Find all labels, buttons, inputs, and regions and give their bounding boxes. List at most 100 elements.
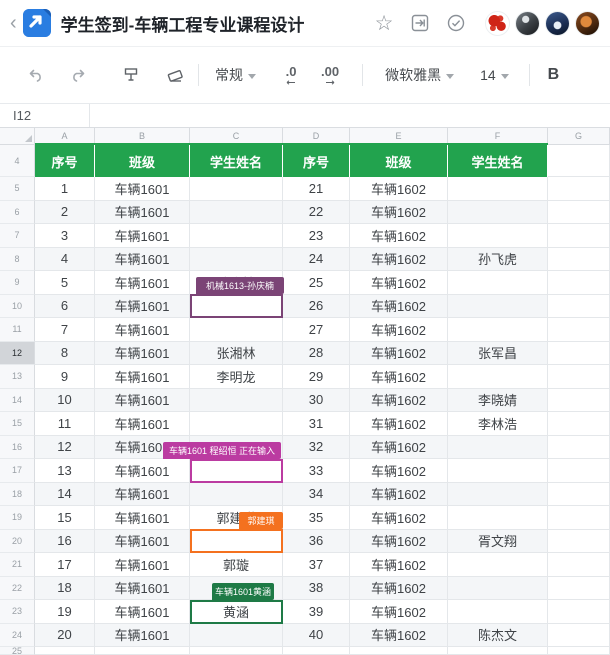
table-cell[interactable]: 车辆1602 <box>350 295 448 319</box>
table-cell[interactable]: 车辆1602 <box>350 577 448 601</box>
table-cell[interactable] <box>548 342 610 366</box>
table-cell[interactable] <box>448 365 548 389</box>
table-cell[interactable]: 车辆1602 <box>350 553 448 577</box>
table-cell[interactable]: 34 <box>283 483 350 507</box>
row-header-4[interactable]: 4 <box>0 145 35 177</box>
number-format-dropdown[interactable]: 常规 <box>209 65 262 85</box>
row-header-21[interactable]: 21 <box>0 553 35 577</box>
check-circle-icon[interactable] <box>445 12 467 34</box>
table-cell[interactable] <box>548 553 610 577</box>
table-column-header[interactable]: 学生姓名 <box>190 145 283 177</box>
table-cell[interactable] <box>283 647 350 655</box>
table-cell[interactable]: 23 <box>283 224 350 248</box>
avatar[interactable] <box>545 11 570 36</box>
table-cell[interactable]: 39 <box>283 600 350 624</box>
table-cell[interactable]: 车辆1601 <box>95 624 190 648</box>
row-header-13[interactable]: 13 <box>0 365 35 389</box>
increase-decimal-button[interactable]: .00 <box>314 65 346 85</box>
table-cell[interactable] <box>95 647 190 655</box>
table-column-header[interactable]: 序号 <box>35 145 95 177</box>
table-cell[interactable]: 27 <box>283 318 350 342</box>
table-cell[interactable]: 21 <box>283 177 350 201</box>
formula-input[interactable] <box>90 104 610 127</box>
table-cell[interactable]: 33 <box>283 459 350 483</box>
table-cell[interactable]: 37 <box>283 553 350 577</box>
table-cell[interactable]: 车辆1601 <box>95 177 190 201</box>
table-cell[interactable] <box>548 365 610 389</box>
table-cell[interactable] <box>190 483 283 507</box>
table-cell[interactable] <box>190 248 283 272</box>
table-cell[interactable]: 2 <box>35 201 95 225</box>
redo-icon[interactable] <box>66 62 92 88</box>
table-cell[interactable]: 6 <box>35 295 95 319</box>
table-cell[interactable]: 7 <box>35 318 95 342</box>
collab-selected-cell-c23[interactable] <box>190 600 283 624</box>
row-header-24[interactable]: 24 <box>0 624 35 648</box>
cell-name-box[interactable]: I12 <box>0 104 90 127</box>
undo-icon[interactable] <box>22 62 48 88</box>
row-header-10[interactable]: 10 <box>0 295 35 319</box>
table-cell[interactable]: 车辆1601 <box>95 342 190 366</box>
table-cell[interactable]: 车辆1602 <box>350 530 448 554</box>
table-cell[interactable]: 车辆1602 <box>350 177 448 201</box>
table-cell[interactable]: 车辆1601 <box>95 224 190 248</box>
table-cell[interactable]: 13 <box>35 459 95 483</box>
table-cell[interactable]: 12 <box>35 436 95 460</box>
decrease-decimal-button[interactable]: .0 <box>278 65 304 85</box>
select-all-corner[interactable] <box>0 128 35 145</box>
table-cell[interactable] <box>548 530 610 554</box>
table-cell[interactable] <box>448 224 548 248</box>
table-cell[interactable]: 车辆1601 <box>95 530 190 554</box>
table-cell[interactable] <box>548 271 610 295</box>
avatar[interactable] <box>515 11 540 36</box>
table-cell[interactable]: 车辆1601 <box>95 318 190 342</box>
table-cell[interactable]: 24 <box>283 248 350 272</box>
collab-selected-cell-c20[interactable] <box>190 529 283 553</box>
table-cell[interactable] <box>190 412 283 436</box>
table-cell[interactable] <box>190 177 283 201</box>
table-cell[interactable] <box>448 436 548 460</box>
row-header-25[interactable]: 25 <box>0 647 35 655</box>
table-cell[interactable]: 14 <box>35 483 95 507</box>
table-cell[interactable] <box>548 483 610 507</box>
table-cell[interactable]: 车辆1601 <box>95 389 190 413</box>
bold-button[interactable]: B <box>544 66 564 84</box>
table-cell[interactable] <box>548 436 610 460</box>
back-icon[interactable]: ‹ <box>6 13 21 33</box>
table-cell[interactable]: 18 <box>35 577 95 601</box>
table-cell[interactable]: 16 <box>35 530 95 554</box>
table-cell[interactable] <box>548 412 610 436</box>
table-cell[interactable]: 29 <box>283 365 350 389</box>
table-cell[interactable]: 4 <box>35 248 95 272</box>
table-cell[interactable]: 30 <box>283 389 350 413</box>
row-header-14[interactable]: 14 <box>0 389 35 413</box>
table-cell[interactable]: 车辆1602 <box>350 600 448 624</box>
table-cell[interactable]: 26 <box>283 295 350 319</box>
table-cell[interactable]: 车辆1602 <box>350 389 448 413</box>
table-cell[interactable]: 车辆1601 <box>95 577 190 601</box>
table-cell[interactable]: 李林浩 <box>448 412 548 436</box>
font-size-dropdown[interactable]: 14 <box>474 67 515 83</box>
table-cell[interactable] <box>190 647 283 655</box>
table-cell[interactable]: 车辆1601 <box>95 295 190 319</box>
row-header-18[interactable]: 18 <box>0 483 35 507</box>
table-cell[interactable] <box>448 201 548 225</box>
collab-selected-cell-c10[interactable] <box>190 294 283 318</box>
table-cell[interactable]: 35 <box>283 506 350 530</box>
table-cell[interactable] <box>190 318 283 342</box>
table-cell[interactable]: 车辆1602 <box>350 201 448 225</box>
table-cell[interactable]: 李明龙 <box>190 365 283 389</box>
table-cell[interactable] <box>548 224 610 248</box>
table-cell[interactable] <box>548 577 610 601</box>
table-cell[interactable]: 车辆1602 <box>350 506 448 530</box>
row-header-23[interactable]: 23 <box>0 600 35 624</box>
table-cell[interactable]: 车辆1601 <box>95 365 190 389</box>
table-cell[interactable]: 10 <box>35 389 95 413</box>
table-cell[interactable] <box>548 647 610 655</box>
table-cell[interactable]: 车辆1602 <box>350 436 448 460</box>
table-cell[interactable]: 车辆1602 <box>350 483 448 507</box>
table-column-header[interactable]: 序号 <box>283 145 350 177</box>
share-icon[interactable] <box>409 12 431 34</box>
format-painter-icon[interactable] <box>118 62 144 88</box>
table-cell[interactable]: 车辆1602 <box>350 365 448 389</box>
